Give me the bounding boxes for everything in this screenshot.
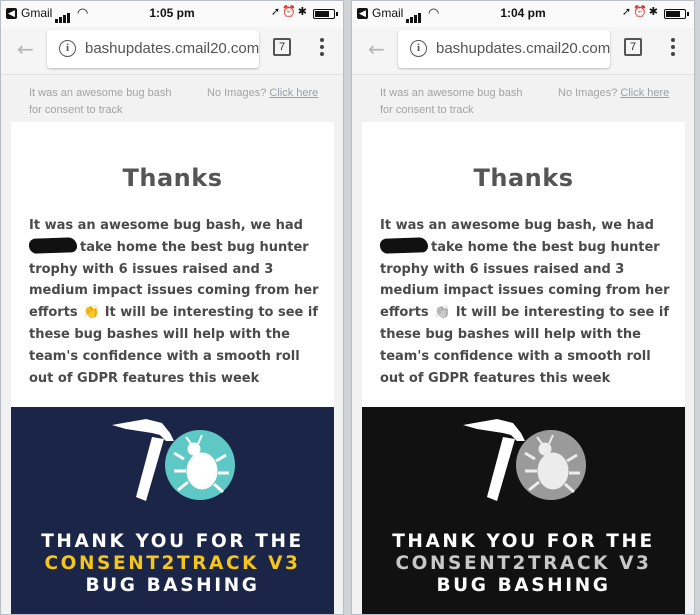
email-body: Thanks It was an awesome bug bash, we ha… [362, 122, 685, 614]
phone-screen-color: ◀ Gmail ◠ 1:05 pm ➚⏰✱ ← i bashupdates.cm… [0, 0, 344, 615]
thank-you-banner: THANK YOU FOR THE CONSENT2TRACK V3 BUG B… [362, 407, 685, 614]
battery-icon [664, 9, 689, 19]
message-part-1: It was an awesome bug bash, we had [29, 218, 303, 233]
overflow-menu-icon[interactable] [669, 38, 677, 59]
phone-screen-grayscale: ◀ Gmail ◠ 1:04 pm ➚⏰✱ ← i bashupdates.cm… [351, 0, 695, 615]
status-icons: ➚⏰✱ [270, 6, 309, 18]
comparison-stage: ◀ Gmail ◠ 1:05 pm ➚⏰✱ ← i bashupdates.cm… [0, 0, 700, 615]
hammer-icon [463, 419, 525, 501]
email-headline: Thanks [473, 164, 574, 192]
tab-switcher-button[interactable]: 7 [624, 38, 642, 56]
banner-line-2: CONSENT2TRACK V3 [44, 553, 301, 574]
click-here-link[interactable]: Click here [269, 87, 318, 99]
banner-text: THANK YOU FOR THE CONSENT2TRACK V3 BUG B… [362, 531, 685, 597]
banner-line-3: BUG BASHING [436, 575, 611, 596]
battery-fill [666, 11, 680, 17]
redacted-name [379, 236, 429, 254]
url-text[interactable]: bashupdates.cmail20.com [85, 40, 259, 57]
back-arrow-icon[interactable]: ← [368, 37, 385, 61]
preheader-text: It was an awesome bug bash for consent t… [380, 87, 523, 116]
browser-toolbar: ← i bashupdates.cmail20.com 7 [352, 27, 694, 75]
banner-line-1: THANK YOU FOR THE [41, 531, 304, 552]
email-preheader: It was an awesome bug bash for consent t… [380, 83, 674, 119]
info-icon[interactable]: i [410, 40, 427, 57]
no-images-notice: No Images? Click here [207, 85, 318, 102]
hammer-bug-logo [463, 419, 586, 501]
message-part-1: It was an awesome bug bash, we had [380, 218, 654, 233]
preheader-text: It was an awesome bug bash for consent t… [29, 87, 172, 116]
click-here-link[interactable]: Click here [620, 87, 669, 99]
status-icons: ➚⏰✱ [621, 6, 660, 18]
no-images-label: No Images? [207, 87, 267, 99]
battery-icon [313, 9, 338, 19]
clapping-hands-icon: 👏 [434, 305, 451, 321]
no-images-label: No Images? [558, 87, 618, 99]
banner-line-1: THANK YOU FOR THE [392, 531, 655, 552]
email-headline: Thanks [122, 164, 223, 192]
url-bar[interactable]: i bashupdates.cmail20.com [47, 30, 259, 68]
no-images-notice: No Images? Click here [558, 85, 669, 102]
back-arrow-icon[interactable]: ← [17, 37, 34, 61]
browser-toolbar: ← i bashupdates.cmail20.com 7 [1, 27, 343, 75]
email-message: It was an awesome bug bash, we had take … [379, 215, 676, 389]
banner-line-2: CONSENT2TRACK V3 [395, 553, 652, 574]
info-icon[interactable]: i [59, 40, 76, 57]
email-body: Thanks It was an awesome bug bash, we ha… [11, 122, 334, 614]
status-bar: ◀ Gmail ◠ 1:04 pm ➚⏰✱ [352, 1, 694, 27]
hammer-icon [112, 419, 174, 501]
thank-you-banner: THANK YOU FOR THE CONSENT2TRACK V3 BUG B… [11, 407, 334, 614]
clapping-hands-icon: 👏 [83, 305, 100, 321]
email-message: It was an awesome bug bash, we had take … [28, 215, 325, 389]
status-bar: ◀ Gmail ◠ 1:05 pm ➚⏰✱ [1, 1, 343, 27]
battery-fill [315, 11, 329, 17]
banner-line-3: BUG BASHING [85, 575, 260, 596]
redacted-name [28, 236, 78, 254]
tab-switcher-button[interactable]: 7 [273, 38, 291, 56]
email-preheader: It was an awesome bug bash for consent t… [29, 83, 323, 119]
overflow-menu-icon[interactable] [318, 38, 326, 59]
banner-text: THANK YOU FOR THE CONSENT2TRACK V3 BUG B… [11, 531, 334, 597]
hammer-bug-logo [112, 419, 235, 501]
url-text[interactable]: bashupdates.cmail20.com [436, 40, 610, 57]
url-bar[interactable]: i bashupdates.cmail20.com [398, 30, 610, 68]
